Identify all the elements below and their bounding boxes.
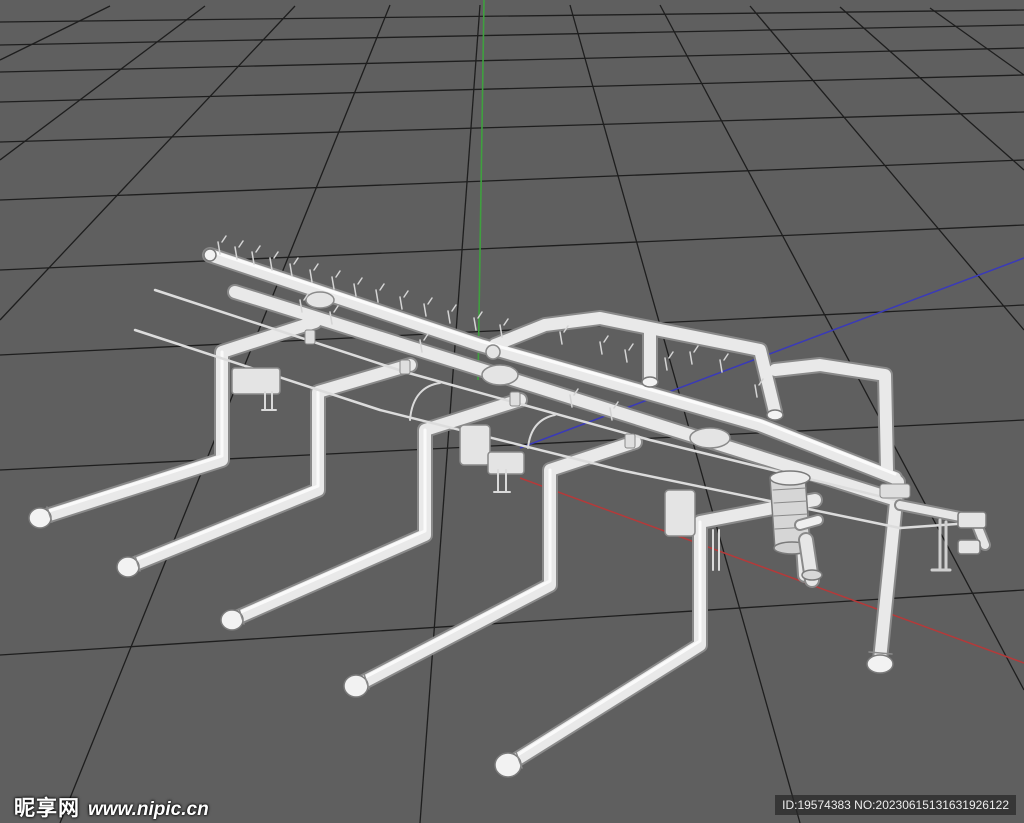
watermark-logo: 昵享网 www.nipic.cn <box>14 792 209 822</box>
pipe-end-cap <box>203 248 217 262</box>
pipe-support <box>409 382 441 421</box>
watermark-brand: 昵享网 <box>14 796 80 820</box>
branch-pipe-4[interactable] <box>350 436 641 692</box>
elbow-joint <box>305 291 335 309</box>
watermark-url: www.nipic.cn <box>88 799 209 820</box>
pump-unit[interactable] <box>769 470 824 588</box>
branch-pipe-2[interactable] <box>122 359 416 573</box>
pipe-end-cap <box>766 409 784 421</box>
pipe-end-cap <box>641 376 659 388</box>
pipe-network-model[interactable] <box>28 235 991 778</box>
pipe-end-cap <box>866 654 894 674</box>
y-axis <box>477 0 485 381</box>
valve-housing <box>231 367 281 395</box>
elbow-joint <box>485 344 501 360</box>
ground-grid <box>0 4 1024 823</box>
pipe-end-cap <box>343 674 369 698</box>
valve-housing <box>664 489 696 537</box>
watermark-id: ID:19574383 NO:20230615131631926122 <box>775 795 1016 815</box>
3d-viewport[interactable] <box>0 0 1024 823</box>
elbow-joint <box>481 364 519 386</box>
valve-housing <box>459 424 491 466</box>
elbow-joint <box>689 427 731 449</box>
